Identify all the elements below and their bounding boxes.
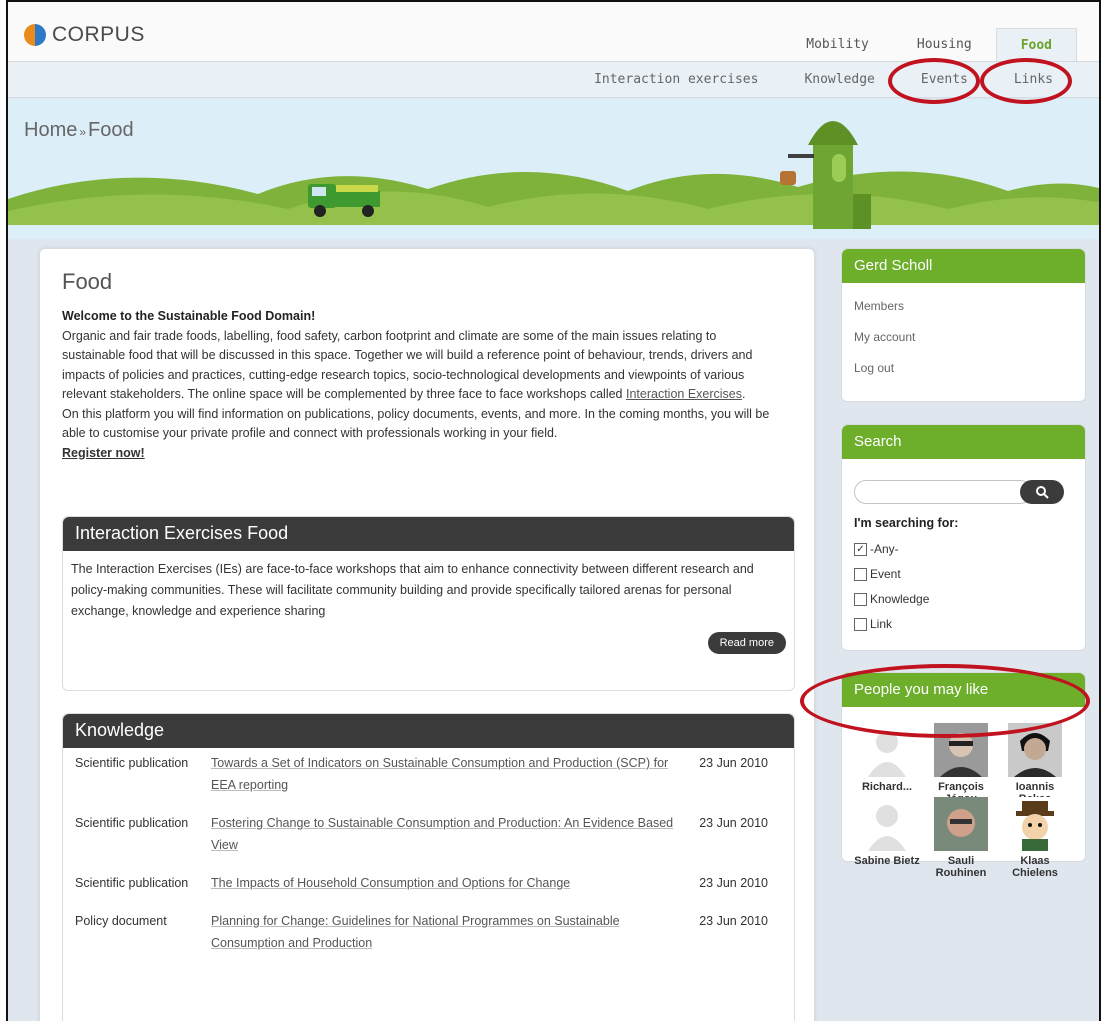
subtab-interaction-exercises[interactable]: Interaction exercises [594,72,758,87]
item-date: 23 Jun 2010 [699,756,768,770]
search-row [854,480,1064,504]
logo-text: CORPUS [52,23,145,46]
item-date: 23 Jun 2010 [699,816,768,830]
list-item: Scientific publication Fostering Change … [75,812,782,856]
globe-icon [24,24,46,46]
main-tabs: Mobility Housing Food [782,28,1077,61]
person-card[interactable]: Klaas Chielens [1002,797,1068,879]
item-type: Scientific publication [75,816,189,830]
user-placeholder-icon [868,805,906,851]
avatar [1008,797,1062,851]
item-type: Policy document [75,914,167,928]
people-box: People you may like Richard... François … [841,672,1086,879]
person-photo-icon [934,797,988,851]
item-type: Scientific publication [75,876,189,890]
checkbox-icon[interactable] [854,592,867,606]
browser-frame: CORPUS Mobility Housing Food Interaction… [6,0,1101,1021]
item-title-link[interactable]: Fostering Change to Sustainable Consumpt… [211,812,681,856]
knowledge-card: Knowledge Scientific publication Towards… [62,713,795,1021]
avatar [934,723,988,777]
members-link[interactable]: Members [854,291,1073,322]
main-content: Food Welcome to the Sustainable Food Dom… [39,248,815,1021]
knowledge-list: Scientific publication Towards a Set of … [63,748,794,954]
tab-housing[interactable]: Housing [893,28,996,61]
list-item: Policy document Planning for Change: Gui… [75,910,782,954]
person-card[interactable]: Sabine Bietz [854,797,920,867]
search-box-title: Search [842,425,1085,459]
top-bar: CORPUS Mobility Housing Food [8,2,1099,62]
list-item: Scientific publication The Impacts of Ho… [75,872,782,894]
register-link[interactable]: Register now! [62,446,145,460]
person-name: Klaas Chielens [1012,855,1058,879]
search-icon [1036,486,1049,499]
item-date: 23 Jun 2010 [699,876,768,890]
person-name: Sabine Bietz [854,855,920,867]
list-item: Scientific publication Towards a Set of … [75,752,782,796]
filter-knowledge[interactable]: Knowledge [854,592,929,606]
people-box-title: People you may like [842,673,1085,707]
landscape-illustration [8,121,1099,239]
filter-label: Event [870,567,901,581]
interaction-exercises-link[interactable]: Interaction Exercises [626,387,742,401]
interaction-exercises-card: Interaction Exercises Food The Interacti… [62,516,795,691]
site-logo[interactable]: CORPUS [24,22,145,48]
user-box: Gerd Scholl Members My account Log out [841,248,1086,402]
avatar [1008,723,1062,777]
search-button[interactable] [1020,480,1064,504]
my-account-link[interactable]: My account [854,322,1073,353]
card-body: The Interaction Exercises (IEs) are face… [71,562,754,618]
item-type: Scientific publication [75,756,189,770]
filter-label: -Any- [870,542,899,556]
item-title-link[interactable]: Planning for Change: Guidelines for Nati… [211,910,681,954]
cartoon-avatar-icon [1016,801,1054,851]
intro-text: Welcome to the Sustainable Food Domain! … [62,307,782,463]
logout-link[interactable]: Log out [854,353,1073,384]
user-placeholder-icon [868,731,906,777]
filter-link[interactable]: Link [854,617,892,631]
search-box: Search I'm searching for: ✓ -Any- Event K… [841,424,1086,651]
subtab-events[interactable]: Events [921,72,968,87]
person-name: Sauli Rouhinen [935,855,987,879]
card-title: Knowledge [63,714,794,748]
person-name: Richard... [861,781,913,793]
person-card[interactable]: François Jégou [928,723,994,805]
welcome-heading: Welcome to the Sustainable Food Domain! [62,309,316,323]
search-input[interactable] [854,480,1032,504]
user-name: Gerd Scholl [842,249,1085,283]
card-title: Interaction Exercises Food [63,517,794,551]
filter-label: Knowledge [870,592,930,606]
item-title-link[interactable]: Towards a Set of Indicators on Sustainab… [211,752,681,796]
avatar [860,723,914,777]
filter-any[interactable]: ✓ -Any- [854,542,899,556]
person-card[interactable]: Sauli Rouhinen [928,797,994,879]
subtab-links[interactable]: Links [1014,72,1053,87]
item-title-link[interactable]: The Impacts of Household Consumption and… [211,872,681,894]
item-date: 23 Jun 2010 [699,914,768,928]
subtab-knowledge[interactable]: Knowledge [804,72,874,87]
person-photo-icon [934,723,988,777]
filter-label: Link [870,617,893,631]
read-more-button[interactable]: Read more [707,632,786,654]
avatar [934,797,988,851]
intro-period: . [742,387,746,401]
tab-mobility[interactable]: Mobility [782,28,893,61]
avatar [860,797,914,851]
intro-paragraph-2: On this platform you will find informati… [62,406,770,441]
person-photo-icon [1008,723,1062,777]
checkbox-icon[interactable] [854,567,867,581]
searching-for-label: I'm searching for: [854,516,959,530]
sub-tabs: Interaction exercises Knowledge Events L… [594,72,1053,87]
checkbox-icon[interactable] [854,617,867,631]
person-card[interactable]: Ioannis Bakas [1002,723,1068,805]
page-title: Food [62,269,113,294]
person-card[interactable]: Richard... [854,723,920,793]
banner: Home» Food [8,99,1099,239]
checkbox-checked-icon[interactable]: ✓ [854,542,867,556]
sub-nav-bar: Interaction exercises Knowledge Events L… [8,62,1099,98]
filter-event[interactable]: Event [854,567,901,581]
tab-food[interactable]: Food [995,28,1077,61]
